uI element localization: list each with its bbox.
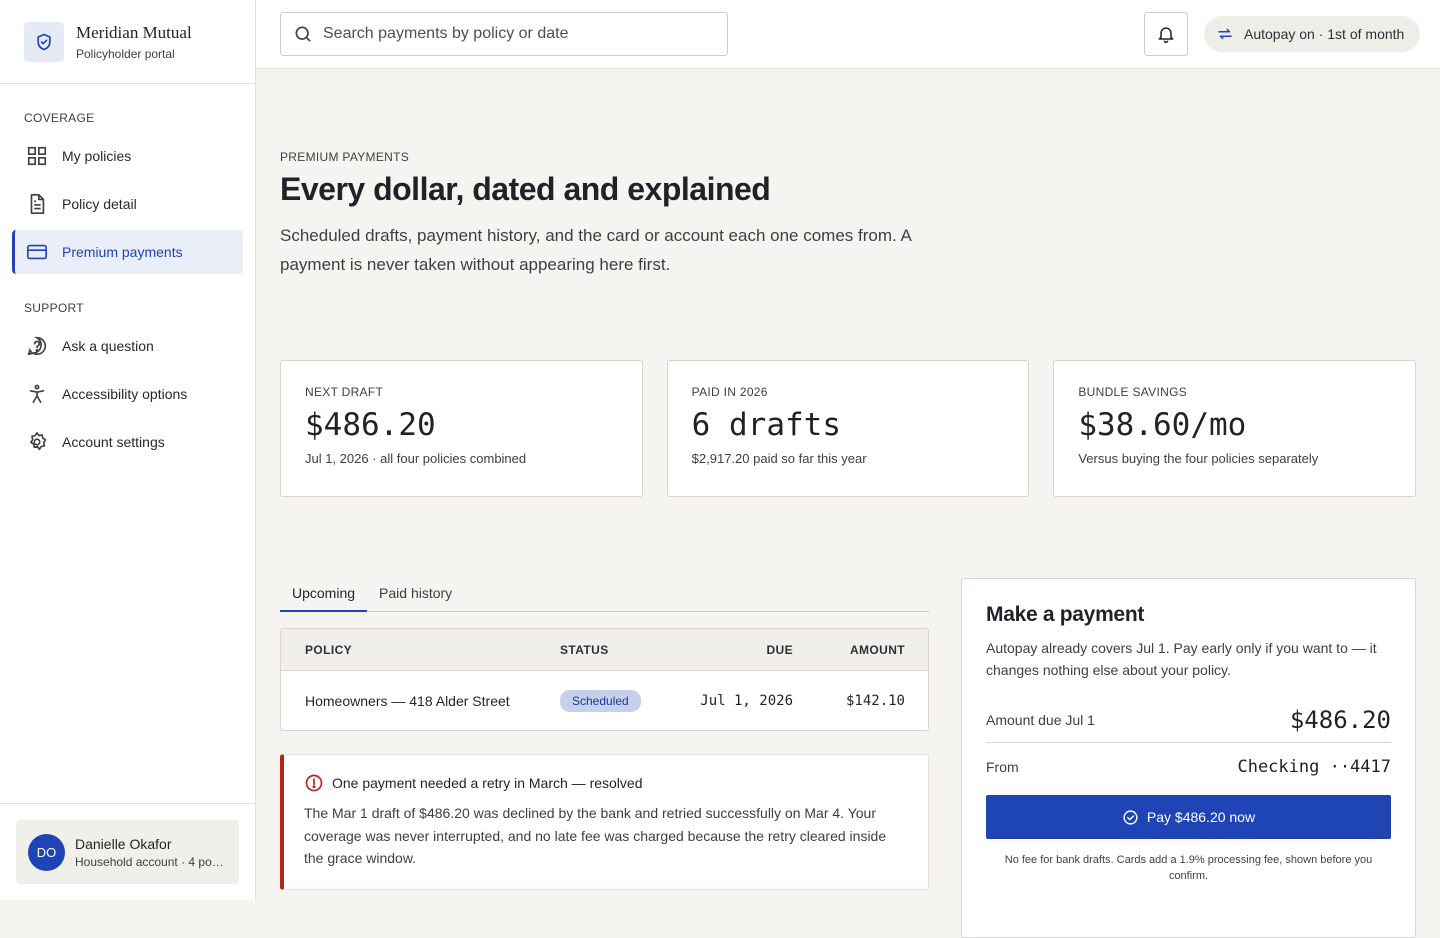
amount-due-row: Amount due Jul 1 $486.20 [986,697,1391,743]
payment-description: Autopay already covers Jul 1. Pay early … [986,640,1377,678]
gear-icon [30,432,47,451]
sidebar-item-label: Ask a question [62,338,154,354]
search-box[interactable] [280,12,728,56]
sidebar-item-ask-question[interactable]: Ask a question [12,324,243,368]
payment-source-label: From [986,759,1019,775]
alert-body: The Mar 1 draft of $486.20 was declined … [304,805,887,866]
cell-policy: Homeowners — 418 Alder Street [305,692,510,709]
sidebar-item-label: Premium payments [62,244,183,260]
stat-cards: NEXT DRAFT $486.20 Jul 1, 2026 · all fou… [280,360,1417,497]
credit-card-icon [27,244,47,260]
user-name: Danielle Okafor [75,835,172,852]
accessibility-icon [29,384,45,404]
pay-now-label: Pay $486.20 now [1146,809,1256,825]
document-icon [30,194,45,214]
stat-card-next-draft: NEXT DRAFT $486.20 Jul 1, 2026 · all fou… [280,360,643,497]
payment-fine-print: No fee for bank drafts. Cards add a 1.9%… [1004,854,1373,882]
payment-tabs: Upcoming Paid history [280,577,929,612]
column-header-status: STATUS [560,642,609,657]
tab-paid-history[interactable]: Paid history [367,577,464,612]
user-subtitle: Household account · 4 policies [75,854,225,869]
sidebar: Meridian Mutual Policyholder portal COVE… [0,0,256,900]
make-payment-card: Make a payment Autopay already covers Ju… [961,578,1416,938]
table-row[interactable]: Homeowners — 418 Alder Street Scheduled … [281,671,928,730]
stat-card-paid-ytd: PAID IN 2026 6 drafts $2,917.20 paid so … [666,360,1030,497]
sidebar-item-policy-detail[interactable]: Policy detail [12,182,243,226]
sidebar-item-label: Account settings [62,434,165,450]
autopay-label: Autopay on · 1st of month [1244,26,1405,42]
cell-due: Jul 1, 2026 [700,692,793,709]
stat-note: $2,917.20 paid so far this year [691,451,867,466]
stat-label: PAID IN 2026 [691,385,768,399]
nav-heading-coverage: COVERAGE [24,111,95,125]
amount-due-label: Amount due Jul 1 [986,711,1095,728]
table-header: POLICY STATUS DUE AMOUNT [281,629,928,671]
bell-icon [1158,27,1174,44]
status-badge: Scheduled [560,689,641,712]
page-description: Scheduled drafts, payment history, and t… [280,226,911,274]
payment-source-value: Checking ··4417 [1237,757,1391,777]
payment-source-row[interactable]: From Checking ··4417 [986,743,1391,791]
stat-note: Jul 1, 2026 · all four policies combined [305,451,527,466]
pay-now-button[interactable]: Pay $486.20 now [986,795,1391,839]
column-header-due: DUE [766,642,793,657]
cell-amount: $142.10 [845,692,905,709]
sidebar-item-premium-payments[interactable]: Premium payments [12,230,243,274]
sidebar-item-accessibility[interactable]: Accessibility options [12,372,243,416]
amount-due-value: $486.20 [1289,705,1391,734]
payment-title: Make a payment [986,603,1145,626]
help-circle-icon [27,336,47,356]
tab-upcoming[interactable]: Upcoming [280,577,368,612]
page-eyebrow: PREMIUM PAYMENTS [280,150,410,164]
search-input[interactable] [323,25,703,43]
stat-value: $38.60/mo [1078,407,1247,443]
brand-name: Meridian Mutual [76,22,192,42]
repeat-icon [1218,28,1232,40]
column-header-amount: AMOUNT [849,642,905,657]
cell-status: Scheduled [536,689,656,712]
nav-heading-support: SUPPORT [24,301,84,315]
brand-subtitle: Policyholder portal [76,46,175,61]
stat-value: $486.20 [305,407,436,443]
retry-alert: One payment needed a retry in March — re… [280,754,929,890]
stat-note: Versus buying the four policies separate… [1078,451,1319,466]
user-card[interactable]: DO Danielle Okafor Household account · 4… [16,820,239,884]
grid-icon [27,146,47,166]
sidebar-item-label: Accessibility options [62,386,188,402]
shield-icon [24,21,64,62]
avatar: DO [28,833,65,871]
sidebar-item-account-settings[interactable]: Account settings [12,420,243,464]
nav-support: SUPPORT Ask a question Accessibility opt… [0,298,255,464]
notifications-button[interactable] [1144,12,1188,56]
alert-title: One payment needed a retry in March — re… [332,775,643,791]
stat-value: 6 drafts [691,407,841,443]
autopay-status-pill[interactable]: Autopay on · 1st of month [1204,16,1421,52]
sidebar-item-label: Policy detail [62,196,137,212]
search-icon [295,26,311,42]
sidebar-item-my-policies[interactable]: My policies [12,134,243,178]
stat-label: BUNDLE SAVINGS [1078,385,1188,399]
page-title: Every dollar, dated and explained [280,171,771,207]
divider [0,803,255,804]
nav-coverage: COVERAGE My policies Policy detail Premi… [0,108,255,274]
stat-card-bundle-savings: BUNDLE SAVINGS $38.60/mo Versus buying t… [1053,360,1417,497]
check-circle-icon [1123,809,1138,825]
column-header-policy: POLICY [305,642,353,657]
stat-label: NEXT DRAFT [305,385,384,399]
brand: Meridian Mutual Policyholder portal [0,0,255,84]
alert-circle-icon [305,774,323,792]
upcoming-payments-table: POLICY STATUS DUE AMOUNT Homeowners — 41… [280,628,929,731]
topbar: Autopay on · 1st of month [256,0,1440,69]
sidebar-item-label: My policies [62,148,132,164]
